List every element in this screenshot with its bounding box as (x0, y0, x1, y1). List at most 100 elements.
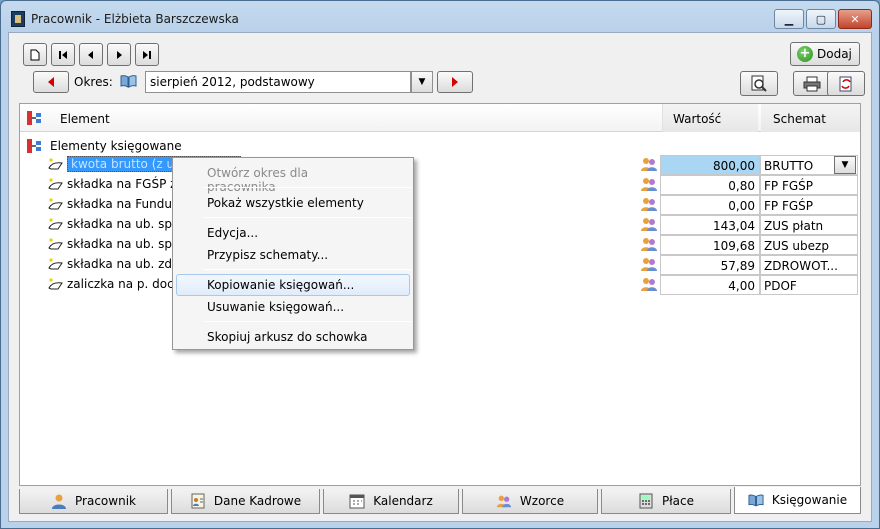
tree-row[interactable]: zaliczka na p. doch. (48, 274, 185, 294)
tab-wzorce[interactable]: Wzorce (462, 489, 598, 514)
schema-cell[interactable]: ZDROWOT... (760, 255, 858, 275)
preview-button[interactable] (740, 71, 778, 96)
hand-element-icon (48, 178, 63, 190)
menu-separator (203, 321, 411, 322)
users-icon[interactable] (640, 216, 658, 232)
app-icon (11, 11, 25, 27)
new-record-button[interactable] (23, 43, 47, 66)
tree-row-label: składka na ub. społ. (67, 237, 187, 251)
minimize-icon: ▁ (784, 12, 794, 26)
previous-icon (88, 50, 93, 59)
value-cell[interactable]: 4,00 (660, 275, 760, 295)
schema-cell[interactable]: FP FGŚP (760, 175, 858, 195)
tab-place[interactable]: Płace (601, 489, 731, 514)
previous-record-button[interactable] (79, 43, 103, 66)
close-button[interactable]: ✕ (838, 9, 872, 29)
tab-label: Kalendarz (373, 494, 433, 508)
calculator-icon (639, 493, 653, 509)
print-button[interactable] (793, 71, 831, 96)
first-icon (59, 50, 67, 59)
hand-element-icon (48, 238, 63, 250)
arrow-right-icon (452, 77, 458, 87)
users-icon[interactable] (640, 236, 658, 252)
new-document-icon (30, 49, 40, 60)
users-icon (496, 495, 512, 508)
tree-row-label: składka na Fundusz (67, 197, 185, 211)
refresh-button[interactable] (827, 71, 865, 96)
menu-item-assign-schemas[interactable]: Przypisz schematy... (176, 244, 410, 266)
chevron-down-icon: ▼ (418, 77, 426, 87)
tab-label: Płace (662, 494, 694, 508)
calendar-icon (349, 494, 365, 509)
chevron-down-icon: ▼ (841, 160, 849, 170)
menu-item-copy-bookings[interactable]: Kopiowanie księgowań... (176, 274, 410, 296)
add-button-label: Dodaj (817, 47, 852, 61)
value-cell[interactable]: 0,80 (660, 175, 760, 195)
tab-ksiegowanie[interactable]: Księgowanie (734, 487, 861, 514)
hand-element-icon (48, 258, 63, 270)
elements-tree-icon (27, 111, 41, 125)
hand-element-icon (48, 218, 63, 230)
tab-label: Wzorce (519, 494, 565, 508)
tab-kalendarz[interactable]: Kalendarz (323, 489, 459, 514)
users-icon[interactable] (640, 256, 658, 272)
column-header-value[interactable]: Wartość (662, 104, 758, 132)
plus-icon: + (797, 46, 813, 62)
users-icon[interactable] (640, 156, 658, 172)
value-cell[interactable]: 57,89 (660, 255, 760, 275)
schema-dropdown-button[interactable]: ▼ (834, 156, 856, 174)
next-period-button[interactable] (437, 71, 473, 93)
value-cell[interactable]: 800,00 (660, 155, 760, 175)
tree-row[interactable]: składka na ub. społ. (48, 234, 187, 254)
first-record-button[interactable] (51, 43, 75, 66)
menu-item-copy-sheet[interactable]: Skopiuj arkusz do schowka (176, 326, 410, 348)
refresh-icon (839, 76, 852, 91)
column-header-element[interactable]: Element (60, 112, 110, 126)
tree-group-label: Elementy księgowane (50, 139, 182, 153)
last-record-button[interactable] (135, 43, 159, 66)
tab-label: Pracownik (75, 494, 136, 508)
period-label: Okres: (74, 75, 113, 89)
schema-cell[interactable]: FP FGŚP (760, 195, 858, 215)
main-window: Pracownik - Elżbieta Barszczewska ▁ ▢ ✕ … (0, 0, 880, 529)
tree-row[interactable]: składka na Fundusz (48, 194, 185, 214)
book-icon (748, 494, 764, 507)
period-dropdown-button[interactable]: ▼ (411, 71, 433, 93)
hand-element-icon (48, 158, 63, 170)
tab-dane-kadrowe[interactable]: Dane Kadrowe (171, 489, 320, 514)
value-cell[interactable]: 143,04 (660, 215, 760, 235)
grid-header: Element Wartość Schemat (20, 104, 860, 132)
menu-item-delete-bookings[interactable]: Usuwanie księgowań... (176, 296, 410, 318)
minimize-button[interactable]: ▁ (774, 9, 804, 29)
menu-item-show-all[interactable]: Pokaż wszystkie elementy (176, 192, 410, 214)
menu-item-open-period[interactable]: Otwórz okres dla pracownika (176, 162, 410, 194)
tree-row-label: zaliczka na p. doch. (67, 277, 186, 291)
id-card-icon (191, 493, 205, 509)
tree-group-posted[interactable]: Elementy księgowane (26, 138, 182, 154)
menu-separator (203, 269, 411, 270)
title-bar[interactable]: Pracownik - Elżbieta Barszczewska ▁ ▢ ✕ (1, 1, 879, 35)
period-select[interactable]: sierpień 2012, podstawowy (145, 71, 411, 93)
booking-grid: Element Wartość Schemat Elementy księgow… (19, 103, 861, 486)
add-button[interactable]: + Dodaj (790, 42, 860, 66)
maximize-button[interactable]: ▢ (806, 9, 836, 29)
context-menu: Otwórz okres dla pracownika Pokaż wszyst… (172, 157, 414, 350)
value-cell[interactable]: 0,00 (660, 195, 760, 215)
previous-period-button[interactable] (33, 71, 69, 93)
schema-cell[interactable]: PDOF (760, 275, 858, 295)
next-record-button[interactable] (107, 43, 131, 66)
schema-cell[interactable]: ZUS płatn (760, 215, 858, 235)
preview-search-icon (751, 75, 767, 92)
users-icon[interactable] (640, 176, 658, 192)
tree-row[interactable]: składka na ub. społ. (48, 214, 187, 234)
hand-element-icon (48, 198, 63, 210)
tab-pracownik[interactable]: Pracownik (19, 489, 168, 514)
book-icon (120, 75, 137, 88)
schema-cell[interactable]: ZUS ubezp (760, 235, 858, 255)
last-icon (143, 50, 151, 59)
users-icon[interactable] (640, 276, 658, 292)
value-cell[interactable]: 109,68 (660, 235, 760, 255)
column-header-schema[interactable]: Schemat (761, 104, 860, 132)
users-icon[interactable] (640, 196, 658, 212)
menu-item-edit[interactable]: Edycja... (176, 222, 410, 244)
